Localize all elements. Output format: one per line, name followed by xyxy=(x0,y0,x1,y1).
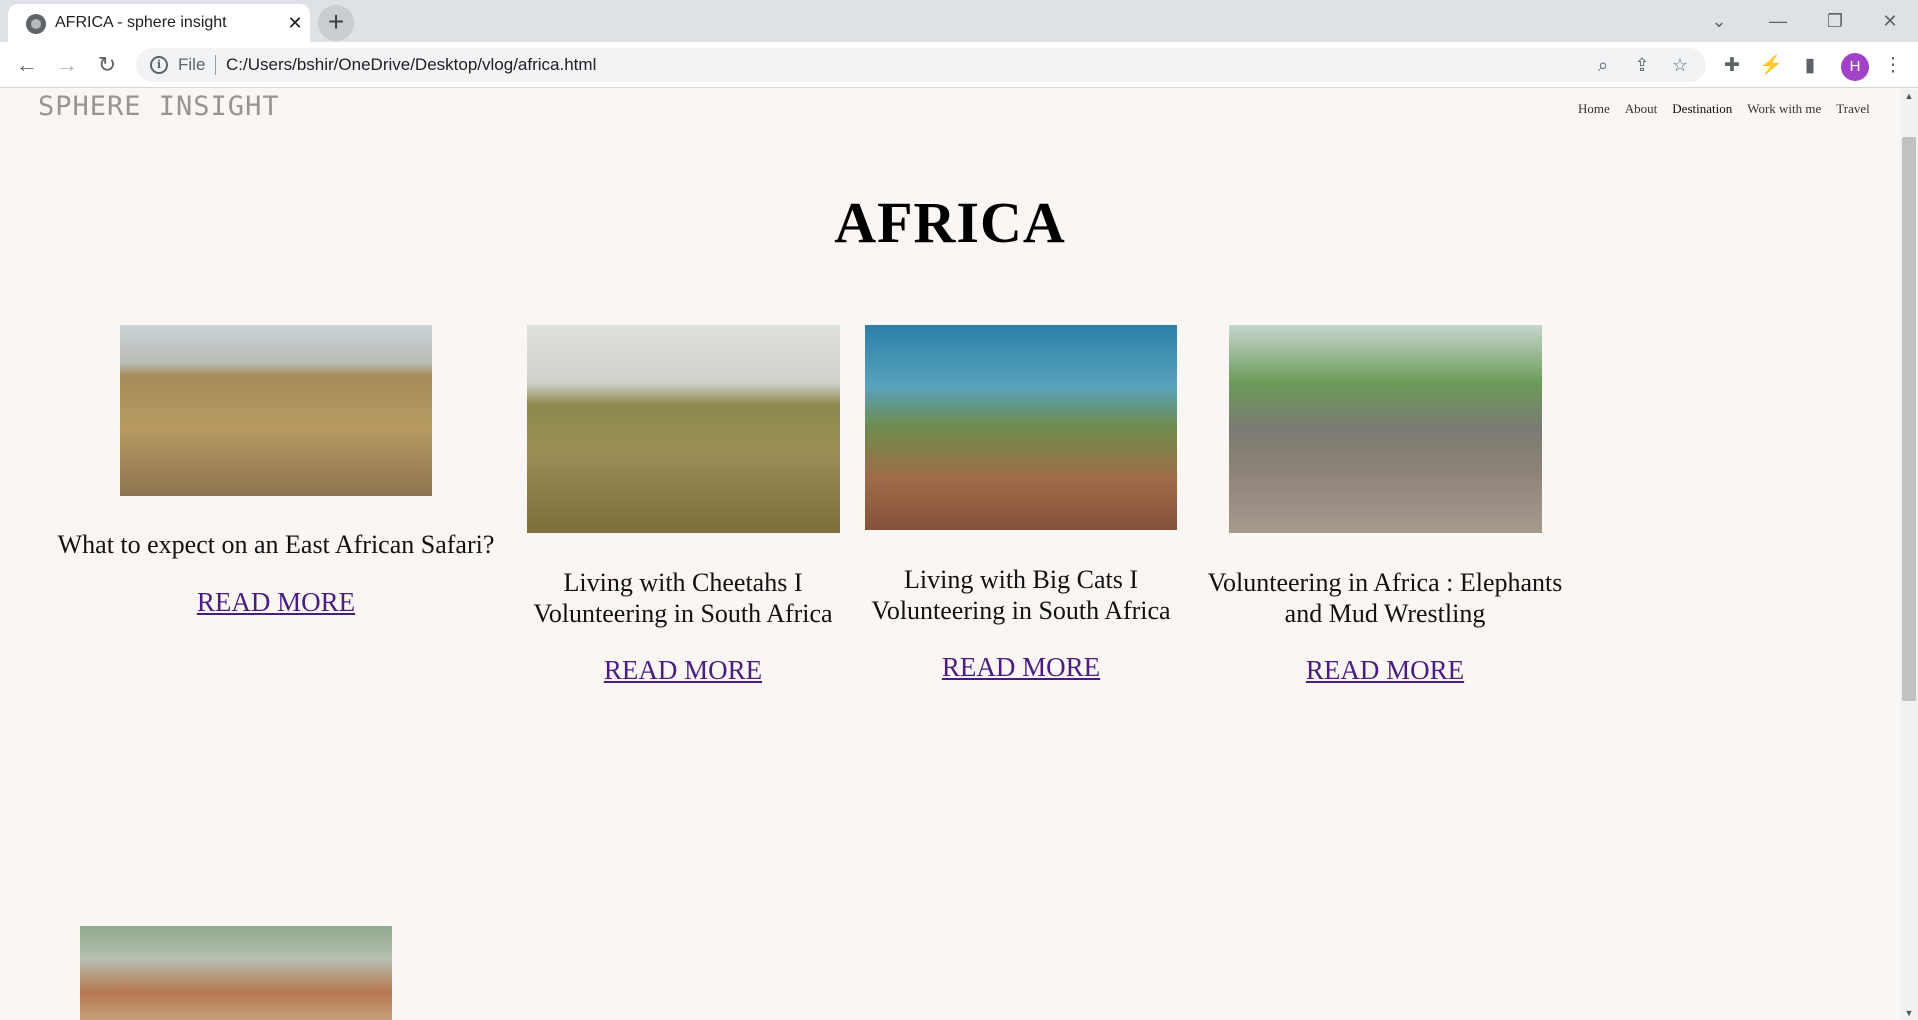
nav-travel[interactable]: Travel xyxy=(1836,101,1869,117)
back-button[interactable]: ← xyxy=(10,48,44,82)
file-label: File xyxy=(178,55,206,74)
read-more-link[interactable]: READ MORE xyxy=(921,652,1121,683)
restore-button[interactable]: ❐ xyxy=(1815,4,1855,38)
nav-destination[interactable]: Destination xyxy=(1672,101,1732,117)
lions-photo xyxy=(80,926,392,1020)
card-title-cheetahs: Living with Cheetahs I Volunteering in S… xyxy=(533,568,833,628)
globe-icon xyxy=(26,14,46,34)
page-title: AFRICA xyxy=(834,190,1066,255)
card-title-big-cats: Living with Big Cats I Volunteering in S… xyxy=(871,565,1171,625)
site-nav: Home About Destination Work with me Trav… xyxy=(1578,101,1870,117)
read-more-link[interactable]: READ MORE xyxy=(176,587,376,618)
cheetahs-photo xyxy=(527,325,840,533)
share-icon[interactable]: ⇪ xyxy=(1630,53,1654,77)
read-more-link[interactable]: READ MORE xyxy=(1285,655,1485,686)
side-panel-icon[interactable]: ▮ xyxy=(1797,53,1823,79)
page-scrollbar[interactable]: ▲ ▼ xyxy=(1900,89,1918,1020)
close-window-button[interactable]: ✕ xyxy=(1870,4,1910,38)
tab-strip: AFRICA - sphere insight ✕ + ⌄ — ❐ ✕ xyxy=(0,0,1918,42)
card-title-elephants: Volunteering in Africa : Elephants and M… xyxy=(1207,568,1563,628)
safari-photo xyxy=(120,325,432,496)
tab-search-icon[interactable]: ⌄ xyxy=(1699,4,1739,38)
scroll-down-icon[interactable]: ▼ xyxy=(1904,1008,1914,1018)
zoom-icon[interactable]: ⌕ xyxy=(1591,53,1615,77)
page-viewport: SPHERE INSIGHT Home About Destination Wo… xyxy=(0,89,1900,1020)
nav-work-with-me[interactable]: Work with me xyxy=(1747,101,1821,117)
performance-icon[interactable]: ⚡ xyxy=(1758,53,1784,79)
nav-home[interactable]: Home xyxy=(1578,101,1610,117)
tab-title: AFRICA - sphere insight xyxy=(55,14,227,31)
nav-about[interactable]: About xyxy=(1625,101,1658,117)
browser-tab[interactable]: AFRICA - sphere insight ✕ xyxy=(8,4,310,42)
forward-button[interactable]: → xyxy=(50,48,84,82)
profile-avatar[interactable]: H xyxy=(1841,53,1869,81)
elephants-photo xyxy=(1229,325,1542,533)
divider xyxy=(215,55,216,75)
reload-button[interactable]: ↻ xyxy=(90,48,124,82)
big-cats-photo xyxy=(865,325,1177,530)
browser-toolbar: ← → ↻ i File C:/Users/bshir/OneDrive/Des… xyxy=(0,42,1918,88)
menu-icon[interactable]: ⋮ xyxy=(1880,53,1906,79)
info-icon[interactable]: i xyxy=(150,56,168,74)
new-tab-button[interactable]: + xyxy=(318,5,354,41)
scroll-up-icon[interactable]: ▲ xyxy=(1904,91,1914,101)
close-tab-icon[interactable]: ✕ xyxy=(284,12,306,34)
address-bar[interactable]: i File C:/Users/bshir/OneDrive/Desktop/v… xyxy=(136,48,1706,82)
bookmark-star-icon[interactable]: ☆ xyxy=(1668,53,1692,77)
url-text[interactable]: C:/Users/bshir/OneDrive/Desktop/vlog/afr… xyxy=(226,55,596,75)
extensions-icon[interactable]: ✚ xyxy=(1719,53,1745,79)
minimize-button[interactable]: — xyxy=(1758,4,1798,38)
card-title-safari: What to expect on an East African Safari… xyxy=(57,530,495,559)
read-more-link[interactable]: READ MORE xyxy=(583,655,783,686)
scroll-thumb[interactable] xyxy=(1902,137,1916,701)
site-logo[interactable]: SPHERE INSIGHT xyxy=(38,91,280,122)
